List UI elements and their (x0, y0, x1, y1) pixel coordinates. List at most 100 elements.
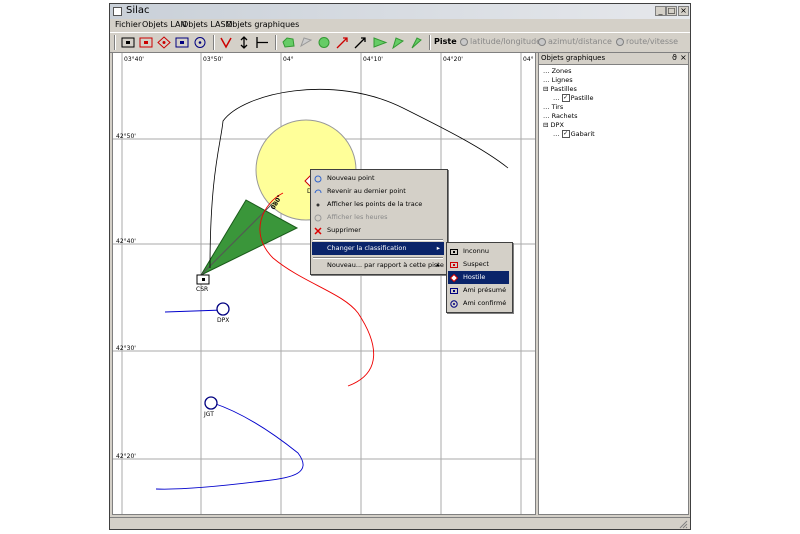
menu-item-new-relative[interactable]: Nouveau... par rapport à cette piste ▸ (312, 259, 444, 272)
window-title: Silac (126, 5, 150, 16)
menu-item-label: Changer la classification (327, 244, 407, 252)
menu-objets-lasm[interactable]: Objets LASM (182, 20, 232, 29)
tree-item-pastille[interactable]: … ✓ Pastille (553, 94, 594, 102)
black-arrow-tool-icon[interactable] (352, 36, 368, 49)
app-icon (113, 7, 122, 16)
maximize-button[interactable]: □ (666, 6, 677, 16)
friend-icon (450, 300, 458, 308)
zone-outline-tool-icon[interactable] (298, 36, 314, 49)
tree-label: DPX (550, 121, 564, 129)
tree-item-zones[interactable]: … Zones (543, 67, 572, 75)
vertical-measure-icon[interactable] (236, 36, 252, 49)
assumed-friend-tool-icon[interactable] (174, 36, 190, 49)
jgt-label: JGT (204, 411, 214, 418)
lat-label: 42°20' (116, 453, 136, 460)
menu-objets-graphiques[interactable]: Objets graphiques (226, 20, 299, 29)
lon-label: 03°40' (124, 56, 144, 63)
panel-title: Objets graphiques (541, 54, 606, 62)
unknown-icon (450, 249, 458, 255)
submenu-item-label: Suspect (463, 260, 489, 268)
dpx-track-line (164, 309, 224, 313)
menu-item-show-points[interactable]: Afficher les points de la trace (312, 198, 444, 211)
tree-connector: … (553, 94, 560, 102)
menu-item-delete[interactable]: Supprimer (312, 224, 444, 237)
csr-label: CSR (196, 286, 209, 293)
menu-item-label: Nouveau point (327, 174, 375, 182)
menu-objets-lan[interactable]: Objets LAN (142, 20, 186, 29)
jgt-track-symbol[interactable] (204, 396, 218, 410)
lon-label: 04° (523, 56, 534, 63)
submenu-arrow-icon: ▸ (436, 244, 440, 252)
panel-pin-icon[interactable]: ϑ (672, 53, 677, 62)
minimize-button[interactable]: _ (655, 6, 666, 16)
submenu-item-suspect[interactable]: Suspect (448, 258, 509, 271)
submenu-item-ami-presume[interactable]: Ami présumé (448, 284, 509, 297)
menu-item-change-classification[interactable]: Changer la classification ▸ (312, 242, 444, 255)
tree-connector: … (553, 130, 560, 138)
collapse-icon[interactable]: ⊟ (543, 85, 548, 93)
menu-item-new-point[interactable]: Nouveau point (312, 172, 444, 185)
lat-label: 42°50' (116, 133, 136, 140)
radio-route[interactable] (616, 38, 624, 46)
sector-tool-icon[interactable] (372, 36, 388, 49)
submenu-item-label: Ami présumé (463, 286, 507, 294)
collapse-icon[interactable]: ⊟ (543, 121, 548, 129)
lon-label: 03°50' (203, 56, 223, 63)
new-point-icon (314, 175, 322, 183)
graphic-objects-panel: Objets graphiques ϑ × … Zones … Lignes ⊟… (538, 52, 689, 515)
radio-latlon[interactable] (460, 38, 468, 46)
submenu-item-ami-confirme[interactable]: Ami confirmé (448, 297, 509, 310)
piste-label: Piste (434, 37, 457, 46)
horizontal-line-tool-icon[interactable] (254, 36, 270, 49)
assumed-friend-icon (450, 288, 458, 294)
tree-label: Pastille (570, 94, 594, 102)
tree-item-tirs[interactable]: … Tirs (543, 103, 563, 111)
radio-azimut[interactable] (538, 38, 546, 46)
context-menu: Nouveau point Revenir au dernier point A… (310, 169, 448, 275)
visibility-checkbox[interactable]: ✓ (561, 94, 570, 102)
tree-connector: … (543, 112, 550, 120)
visibility-checkbox[interactable]: ✓ (561, 130, 570, 138)
radio-latlon-label: latitude/longitude (470, 37, 542, 46)
vector-tool-icon[interactable] (218, 36, 234, 49)
tree-connector: … (543, 103, 550, 111)
menu-item-label: Nouveau... par rapport à cette piste (327, 261, 444, 269)
friend-track-tool-icon[interactable] (192, 36, 208, 49)
suspect-track-tool-icon[interactable] (138, 36, 154, 49)
submenu-item-hostile[interactable]: Hostile (448, 271, 509, 284)
resize-grip-icon[interactable] (679, 520, 688, 529)
red-arrow-tool-icon[interactable] (334, 36, 350, 49)
circle-tool-icon[interactable] (316, 36, 332, 49)
lon-label: 04°10' (363, 56, 383, 63)
tree-label: Tirs (551, 103, 564, 111)
menu-item-label: Afficher les heures (327, 213, 388, 221)
points-icon (316, 203, 320, 207)
lat-label: 42°40' (116, 238, 136, 245)
narrow-cone-tool-icon[interactable] (408, 36, 424, 49)
title-bar[interactable]: Silac _ □ × (110, 4, 690, 19)
cone-tool-icon[interactable] (390, 36, 406, 49)
tree-label: Gabarit (570, 130, 595, 138)
tree-item-pastilles[interactable]: ⊟ Pastilles (543, 85, 577, 93)
zone-tool-icon[interactable] (280, 36, 296, 49)
hostile-track-tool-icon[interactable] (156, 36, 172, 49)
tree-item-dpx[interactable]: ⊟ DPX (543, 121, 564, 129)
tree-item-lignes[interactable]: … Lignes (543, 76, 573, 84)
menu-bar: Fichier Objets LAN Objets LASM Objets gr… (110, 19, 690, 31)
tree-item-rachets[interactable]: … Rachets (543, 112, 578, 120)
panel-close-icon[interactable]: × (680, 53, 687, 62)
submenu-arrow-icon: ▸ (436, 261, 440, 269)
submenu-item-inconnu[interactable]: Inconnu (448, 245, 509, 258)
unknown-track-tool-icon[interactable] (120, 36, 136, 49)
close-button[interactable]: × (678, 6, 689, 16)
dpx-track-symbol[interactable] (216, 302, 230, 316)
menu-item-undo-point[interactable]: Revenir au dernier point (312, 185, 444, 198)
status-bar (110, 517, 690, 530)
radio-route-label: route/vitesse (626, 37, 679, 46)
lon-label: 04° (283, 56, 294, 63)
dpx-label: DPX (217, 317, 230, 324)
tree-label: Pastilles (550, 85, 577, 93)
tree-item-gabarit[interactable]: … ✓ Gabarit (553, 130, 595, 138)
hostile-icon (450, 274, 458, 282)
menu-fichier[interactable]: Fichier (115, 20, 141, 29)
